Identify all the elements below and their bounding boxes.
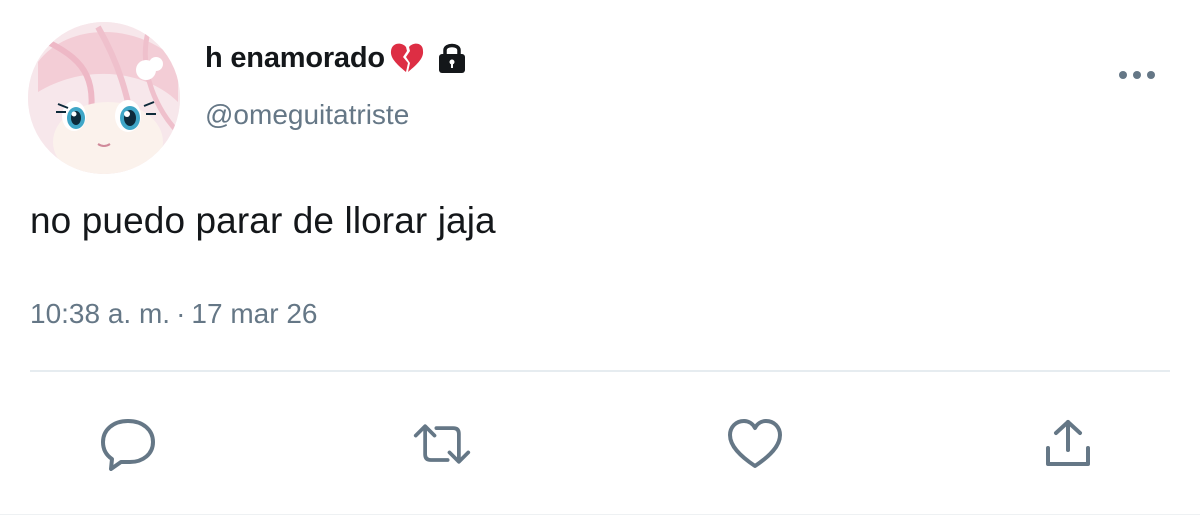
lock-icon	[435, 41, 469, 75]
tweet-time: 10:38 a. m.	[30, 298, 171, 329]
retweet-icon	[413, 424, 471, 464]
display-name[interactable]: h enamorado	[205, 42, 385, 75]
more-icon[interactable]	[1112, 60, 1162, 90]
tweet-timestamp[interactable]: 10:38 a. m. · 17 mar 26	[30, 298, 318, 330]
broken-heart-icon	[389, 41, 425, 75]
divider	[30, 370, 1170, 372]
reply-button[interactable]	[98, 414, 158, 474]
like-button[interactable]	[725, 414, 785, 474]
share-button[interactable]	[1038, 414, 1098, 474]
user-handle[interactable]: @omeguitatriste	[205, 99, 409, 131]
heart-icon	[728, 419, 782, 468]
retweet-button[interactable]	[412, 414, 472, 474]
bottom-divider	[0, 514, 1200, 515]
display-name-row: h enamorado	[205, 38, 469, 78]
avatar[interactable]	[28, 22, 180, 174]
tweet-date: 17 mar 26	[191, 298, 318, 329]
reply-icon	[101, 419, 155, 471]
timestamp-separator: ·	[176, 298, 186, 329]
share-icon	[1046, 420, 1090, 466]
tweet-text: no puedo parar de llorar jaja	[30, 200, 496, 241]
